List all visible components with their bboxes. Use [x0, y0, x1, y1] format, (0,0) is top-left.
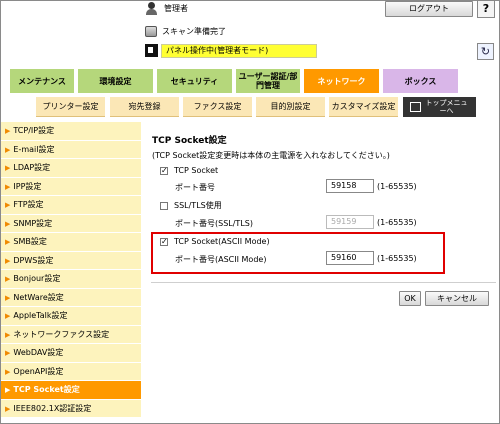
sidebar-item-label: TCP Socket設定 [13, 385, 80, 394]
arrow-right-icon: ▶ [5, 367, 11, 376]
top-menu-icon [409, 101, 421, 112]
user-info: 管理者 [145, 2, 188, 15]
page-note: (TCP Socket設定変更時は本体の主電源を入れなおしてください。) [152, 151, 390, 160]
subtab-purpose[interactable]: 目的別設定 [256, 97, 325, 117]
sidebar-item-label: AppleTalk設定 [13, 311, 68, 320]
arrow-right-icon: ▶ [5, 145, 11, 154]
arrow-right-icon: ▶ [5, 349, 11, 357]
user-label: 管理者 [164, 4, 188, 13]
arrow-right-icon: ▶ [5, 404, 11, 413]
sidebar-item[interactable]: ▶ SNMP設定 [1, 214, 141, 233]
sidebar-item[interactable]: ▶ WebDAV設定 [1, 344, 141, 363]
admin-user-icon [145, 2, 159, 15]
tcp-socket-row: ✓ TCP Socket [160, 166, 218, 175]
sidebar-item-label: IEEE802.1X認証設定 [13, 403, 92, 413]
tcp-socket-checkbox[interactable]: ✓ [160, 166, 168, 175]
ok-button[interactable]: OK [399, 291, 421, 306]
ssl-checkbox[interactable] [160, 201, 168, 210]
ascii-checkbox[interactable]: ✓ [160, 237, 168, 246]
ascii-port-input[interactable]: 59160 [326, 251, 374, 265]
sidebar-item[interactable]: ▶ OpenAPI設定 [1, 362, 141, 381]
ssl-port-range: (1-65535) [377, 218, 417, 227]
sidebar-item-label: E-mail設定 [13, 144, 55, 154]
tab-box[interactable]: ボックス [383, 69, 458, 93]
tab-maintenance[interactable]: メンテナンス [10, 69, 74, 93]
cancel-button[interactable]: キャンセル [425, 291, 489, 306]
sidebar-item-label: IPP設定 [13, 181, 42, 191]
sidebar-item[interactable]: ▶ SMB設定 [1, 233, 141, 252]
ascii-port-range: (1-65535) [377, 254, 417, 263]
panel-status [145, 44, 158, 57]
scan-status-text: スキャン準備完了 [162, 27, 226, 36]
arrow-right-icon: ▶ [5, 312, 11, 320]
arrow-right-icon: ▶ [5, 164, 11, 172]
arrow-right-icon: ▶ [5, 386, 11, 394]
subtab-printer[interactable]: プリンター設定 [36, 97, 105, 117]
tcp-port-input[interactable]: 59158 [326, 179, 374, 193]
help-icon[interactable]: ? [477, 0, 495, 18]
logout-button[interactable]: ログアウト [385, 1, 473, 17]
sidebar-item-label: DPWS設定 [13, 255, 54, 265]
arrow-right-icon: ▶ [5, 182, 11, 191]
tab-network[interactable]: ネットワーク [304, 69, 379, 93]
sidebar-item-label: NetWare設定 [13, 292, 64, 302]
subtab-top-menu[interactable]: トップメニューへ [403, 97, 476, 117]
arrow-right-icon: ▶ [5, 127, 11, 135]
refresh-icon[interactable]: ↻ [477, 43, 494, 60]
sidebar-item[interactable]: ▶ LDAP設定 [1, 159, 141, 178]
ssl-port-label: ポート番号(SSL/TLS) [175, 219, 253, 228]
sidebar-item-label: OpenAPI設定 [13, 366, 64, 376]
sidebar-item[interactable]: ▶ NetWare設定 [1, 288, 141, 307]
tab-user-auth[interactable]: ユーザー認証/部門管理 [236, 69, 300, 93]
top-menu-label: トップメニューへ [425, 98, 468, 115]
scanner-icon [145, 26, 157, 37]
divider [151, 282, 496, 283]
ascii-label: TCP Socket(ASCII Mode) [174, 237, 270, 246]
ssl-port-input[interactable]: 59159 [326, 215, 374, 229]
sidebar-item-label: FTP設定 [13, 200, 44, 209]
subtab-fax[interactable]: ファクス設定 [183, 97, 252, 117]
scan-status: スキャン準備完了 [145, 26, 226, 37]
arrow-right-icon: ▶ [5, 219, 11, 228]
sidebar-item[interactable]: ▶ Bonjour設定 [1, 270, 141, 289]
sidebar-item[interactable]: ▶ ネットワークファクス設定 [1, 325, 141, 344]
sidebar: ▶ TCP/IP設定 ▶ E-mail設定 ▶ LDAP設定 ▶ IPP設定 ▶ FTP設定 ▶ SN… [1, 122, 141, 418]
arrow-right-icon: ▶ [5, 256, 11, 265]
sidebar-item[interactable]: ▶ IEEE802.1X認証設定 [1, 399, 141, 418]
sidebar-item-label: LDAP設定 [13, 163, 51, 172]
sidebar-item-label: SMB設定 [13, 237, 47, 246]
page-title: TCP Socket設定 [152, 136, 227, 146]
sidebar-item-label: SNMP設定 [13, 218, 53, 228]
panel-lock-icon [145, 44, 158, 57]
sidebar-item[interactable]: ▶ DPWS設定 [1, 251, 141, 270]
ascii-row: ✓ TCP Socket(ASCII Mode) [160, 237, 270, 246]
sidebar-item-label: Bonjour設定 [13, 274, 61, 283]
ascii-port-label: ポート番号(ASCII Mode) [175, 255, 267, 264]
subtab-address[interactable]: 宛先登録 [110, 97, 179, 117]
sidebar-item[interactable]: ▶ FTP設定 [1, 196, 141, 215]
arrow-right-icon: ▶ [5, 293, 11, 302]
ssl-row: SSL/TLS使用 [160, 200, 222, 211]
arrow-right-icon: ▶ [5, 201, 11, 209]
sidebar-item-label: TCP/IP設定 [13, 126, 55, 135]
arrow-right-icon: ▶ [5, 238, 11, 246]
ssl-label: SSL/TLS使用 [174, 201, 222, 210]
sidebar-item[interactable]: ▶ AppleTalk設定 [1, 307, 141, 326]
tab-environment[interactable]: 環境設定 [78, 69, 153, 93]
arrow-right-icon: ▶ [5, 330, 11, 339]
sidebar-item[interactable]: ▶ TCP/IP設定 [1, 122, 141, 141]
sidebar-item[interactable]: ▶ IPP設定 [1, 177, 141, 196]
sidebar-item-label: ネットワークファクス設定 [13, 329, 110, 339]
sidebar-item[interactable]: ▶ E-mail設定 [1, 140, 141, 159]
sidebar-item-label: WebDAV設定 [13, 348, 64, 357]
panel-status-text: パネル操作中(管理者モード) [161, 44, 317, 58]
tab-security[interactable]: セキュリティ [157, 69, 232, 93]
tcp-port-range: (1-65535) [377, 182, 417, 191]
arrow-right-icon: ▶ [5, 275, 11, 283]
tcp-port-label: ポート番号 [175, 183, 215, 192]
subtab-customize[interactable]: カスタマイズ設定 [329, 97, 398, 117]
sidebar-item[interactable]: ▶ TCP Socket設定 [1, 381, 141, 400]
tcp-socket-label: TCP Socket [174, 166, 219, 175]
